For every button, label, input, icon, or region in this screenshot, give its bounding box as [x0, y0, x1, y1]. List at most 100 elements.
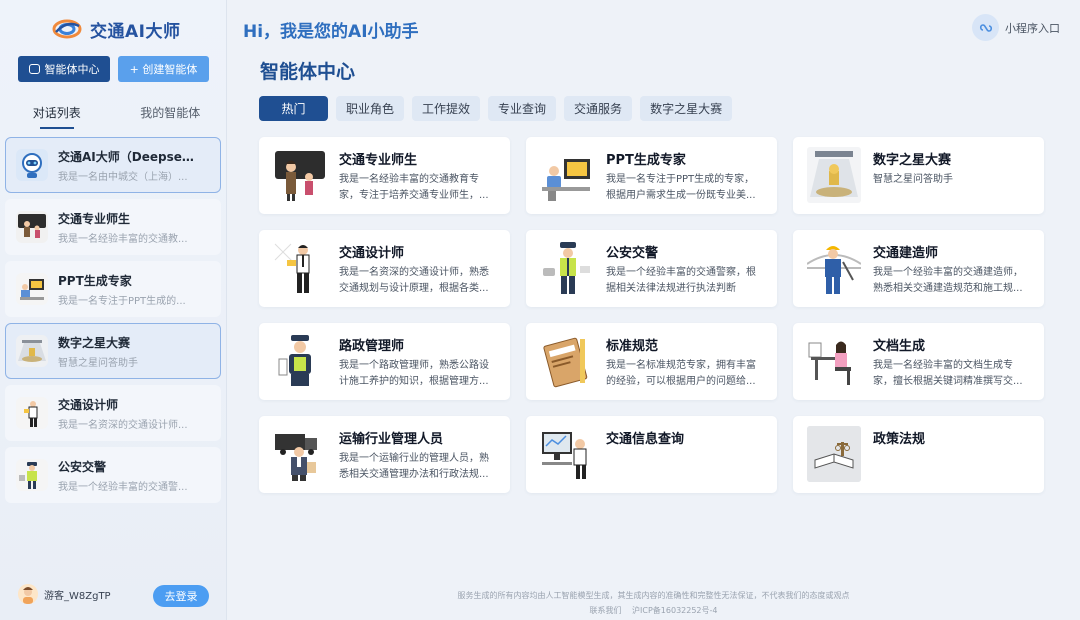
card-title: 标准规范	[606, 339, 659, 354]
filter-tab-hot[interactable]: 热门	[259, 96, 328, 121]
brand-name: 交通AI大师	[90, 21, 181, 42]
conversation-item-police[interactable]: 公安交警 我是一个经验丰富的交通警...	[5, 447, 221, 503]
robot-icon	[16, 149, 48, 181]
card-title: 交通设计师	[339, 246, 405, 261]
filter-tab-traffic-service[interactable]: 交通服务	[564, 96, 633, 121]
conversation-item-digital-star[interactable]: 数字之星大赛 智慧之星问答助手	[5, 323, 221, 379]
conversation-item-ppt[interactable]: PPT生成专家 我是一名专注于PPT生成的...	[5, 261, 221, 317]
conversation-desc: 我是一个经验丰富的交通警...	[58, 481, 188, 493]
card-title: PPT生成专家	[606, 153, 686, 168]
brand-logo-icon	[52, 16, 82, 42]
card-title: 路政管理师	[339, 339, 405, 354]
conversation-desc: 智慧之星问答助手	[58, 357, 138, 369]
footer-links: 联系我们 沪ICP备16032252号-4	[227, 605, 1080, 616]
stage-icon	[16, 335, 48, 367]
standard-book-icon	[540, 333, 594, 389]
filter-tab-efficiency[interactable]: 工作提效	[412, 96, 481, 121]
conversation-desc: 我是一名专注于PPT生成的...	[58, 295, 186, 307]
card-title: 公安交警	[606, 246, 659, 261]
traffic-police-icon	[540, 240, 594, 296]
agent-card-digital-star[interactable]: 数字之星大赛 智慧之星问答助手	[793, 137, 1044, 214]
agent-card-policy-law[interactable]: 政策法规	[793, 416, 1044, 493]
conversation-title: 交通设计师	[58, 397, 119, 412]
card-title: 政策法规	[873, 432, 926, 447]
ppt-expert-icon	[16, 273, 48, 305]
tab-conversations[interactable]: 对话列表	[0, 104, 114, 129]
conversation-list: 交通AI大师（Deepseek交 我是一名由中城交（上海）... 交通专业师生 …	[5, 137, 221, 509]
law-book-icon	[807, 426, 861, 482]
card-desc: 我是一名专注于PPT生成的专家，根据用户需求生成一份既专业美...	[606, 174, 756, 201]
conversation-item-designer[interactable]: 交通设计师 我是一名资深的交通设计师...	[5, 385, 221, 441]
info-query-icon	[540, 426, 594, 482]
agent-card-document[interactable]: 文档生成 我是一名经验丰富的文档生成专家，擅长根据关键词精准撰写交...	[793, 323, 1044, 400]
agent-center-button[interactable]: 智能体中心	[18, 56, 110, 82]
agent-card-standard[interactable]: 标准规范 我是一名标准规范专家，拥有丰富的经验，可以根据用户的问题给...	[526, 323, 777, 400]
conversation-title: 交通专业师生	[58, 211, 131, 226]
footer-disclaimer: 服务生成的所有内容均由人工智能模型生成，其生成内容的准确性和完整性无法保证，不代…	[457, 591, 850, 600]
ppt-expert-icon	[540, 147, 594, 203]
card-title: 交通信息查询	[606, 432, 685, 447]
filter-tabs: 热门 职业角色 工作提效 专业查询 交通服务 数字之星大赛	[259, 96, 733, 121]
filter-tab-roles[interactable]: 职业角色	[336, 96, 405, 121]
card-title: 文档生成	[873, 339, 926, 354]
brand[interactable]: 交通AI大师	[52, 16, 180, 42]
mini-program-icon	[972, 14, 999, 41]
agent-card-road-admin[interactable]: 路政管理师 我是一个路政管理师，熟悉公路设计施工养护的知识，根据管理方...	[259, 323, 510, 400]
agent-center-label: 智能体中心	[44, 63, 100, 76]
agent-card-teacher[interactable]: 交通专业师生 我是一名经验丰富的交通教育专家，专注于培养交通专业师生，...	[259, 137, 510, 214]
traffic-police-icon	[16, 459, 48, 491]
agent-card-ppt[interactable]: PPT生成专家 我是一名专注于PPT生成的专家，根据用户需求生成一份既专业美..…	[526, 137, 777, 214]
conversation-title: 交通AI大师（Deepseek交	[58, 149, 196, 164]
create-agent-button[interactable]: + 创建智能体	[118, 56, 209, 82]
mini-program-entry[interactable]: 小程序入口	[972, 14, 1060, 41]
teacher-student-icon	[273, 147, 327, 203]
card-desc: 我是一个运输行业的管理人员，熟悉相关交通管理办法和行政法规...	[339, 453, 489, 480]
card-title: 运输行业管理人员	[339, 432, 444, 447]
card-title: 交通专业师生	[339, 153, 418, 168]
robot-face-icon	[28, 64, 40, 74]
guest-avatar-icon	[18, 584, 38, 604]
create-agent-label: + 创建智能体	[129, 63, 198, 76]
conversation-title: 公安交警	[58, 459, 107, 474]
card-title: 数字之星大赛	[873, 153, 952, 168]
card-desc: 我是一名经验丰富的文档生成专家，擅长根据关键词精准撰写交...	[873, 360, 1023, 387]
conversation-desc: 我是一名由中城交（上海）...	[58, 171, 188, 183]
filter-tab-digital-star[interactable]: 数字之星大赛	[640, 96, 733, 121]
designer-icon	[16, 397, 48, 429]
agent-card-transport-manager[interactable]: 运输行业管理人员 我是一个运输行业的管理人员，熟悉相关交通管理办法和行政法规..…	[259, 416, 510, 493]
road-admin-icon	[273, 333, 327, 389]
designer-icon	[273, 240, 327, 296]
card-desc: 我是一名资深的交通设计师，熟悉交通规划与设计原理，根据各类...	[339, 267, 489, 294]
login-button[interactable]: 去登录	[153, 585, 209, 607]
conversation-title: 数字之星大赛	[58, 335, 131, 350]
conversation-desc: 我是一名资深的交通设计师...	[58, 419, 188, 431]
agent-card-builder[interactable]: 交通建造师 我是一个经验丰富的交通建造师，熟悉相关交通建造规范和施工规...	[793, 230, 1044, 307]
agent-card-info-query[interactable]: 交通信息查询	[526, 416, 777, 493]
card-desc: 我是一个经验丰富的交通建造师，熟悉相关交通建造规范和施工规...	[873, 267, 1023, 294]
agent-card-police[interactable]: 公安交警 我是一个经验丰富的交通警察，根据相关法律法规进行执法判断	[526, 230, 777, 307]
mini-program-label: 小程序入口	[1005, 21, 1060, 35]
teacher-student-icon	[16, 211, 48, 243]
icp-link[interactable]: 沪ICP备16032252号-4	[632, 606, 717, 615]
card-desc: 我是一名经验丰富的交通教育专家，专注于培养交通专业师生，...	[339, 174, 489, 201]
filter-tab-professional-query[interactable]: 专业查询	[488, 96, 557, 121]
tab-my-agents[interactable]: 我的智能体	[114, 104, 228, 129]
section-title: 智能体中心	[260, 61, 356, 83]
conversation-title: PPT生成专家	[58, 273, 132, 288]
agent-card-designer[interactable]: 交通设计师 我是一名资深的交通设计师，熟悉交通规划与设计原理，根据各类...	[259, 230, 510, 307]
transport-manager-icon	[273, 426, 327, 482]
contact-us-link[interactable]: 联系我们	[589, 606, 621, 615]
conversation-item-teacher[interactable]: 交通专业师生 我是一名经验丰富的交通教...	[5, 199, 221, 255]
card-desc: 我是一个经验丰富的交通警察，根据相关法律法规进行执法判断	[606, 267, 756, 294]
conversation-item-ai-master[interactable]: 交通AI大师（Deepseek交 我是一名由中城交（上海）...	[5, 137, 221, 193]
greeting-title: Hi，我是您的AI小助手	[243, 22, 419, 42]
card-desc: 我是一个路政管理师，熟悉公路设计施工养护的知识，根据管理方...	[339, 360, 489, 387]
card-desc: 我是一名标准规范专家，拥有丰富的经验，可以根据用户的问题给...	[606, 360, 756, 387]
guest-name: 游客_W8ZgTP	[44, 590, 111, 602]
sidebar-tabs: 对话列表 我的智能体	[0, 104, 227, 129]
card-desc: 智慧之星问答助手	[873, 174, 953, 185]
sidebar: 交通AI大师 智能体中心 + 创建智能体 对话列表 我的智能体 交通AI大师（D…	[0, 0, 227, 620]
stage-icon	[807, 147, 861, 203]
document-writer-icon	[807, 333, 861, 389]
conversation-desc: 我是一名经验丰富的交通教...	[58, 233, 188, 245]
